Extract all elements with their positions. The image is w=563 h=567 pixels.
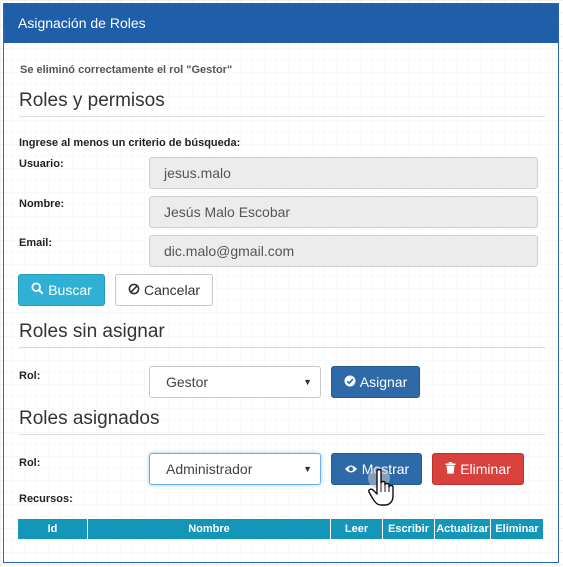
select-value: Gestor xyxy=(166,374,209,390)
eliminar-label: Eliminar xyxy=(460,461,511,477)
column-header-id: Id xyxy=(18,519,88,539)
buscar-label: Buscar xyxy=(48,282,92,298)
caret-down-icon: ▼ xyxy=(303,464,312,474)
hand-cursor-icon xyxy=(365,466,399,513)
nombre-label: Nombre: xyxy=(19,198,65,210)
cancelar-label: Cancelar xyxy=(143,282,201,298)
recursos-label: Recursos: xyxy=(19,493,73,505)
select-value: Administrador xyxy=(166,461,253,477)
trash-icon xyxy=(445,454,456,484)
search-instruction: Ingrese al menos un criterio de búsqueda… xyxy=(19,137,241,149)
caret-down-icon: ▼ xyxy=(303,377,312,387)
section-title-roles-sin-asignar: Roles sin asignar xyxy=(19,321,165,342)
buscar-button[interactable]: Buscar xyxy=(18,274,105,306)
email-input[interactable]: dic.malo@gmail.com xyxy=(149,235,538,267)
usuario-label: Usuario: xyxy=(19,158,64,170)
section-title-roles-asignados: Roles asignados xyxy=(19,408,160,429)
eliminar-button[interactable]: Eliminar xyxy=(432,453,524,485)
column-header-eliminar: Eliminar xyxy=(495,523,539,535)
panel-title: Asignación de Roles xyxy=(4,4,558,43)
asignar-button[interactable]: Asignar xyxy=(331,366,420,398)
column-header-escribir: Escribir xyxy=(383,519,435,539)
rol-label: Rol: xyxy=(19,370,41,382)
section-divider xyxy=(19,116,545,117)
section-divider xyxy=(19,347,545,348)
resources-table-header: Id Nombre Leer Escribir Actualizar Elimi… xyxy=(18,519,543,539)
section-divider xyxy=(19,434,545,435)
cancelar-button[interactable]: Cancelar xyxy=(115,274,213,306)
nombre-input[interactable]: Jesús Malo Escobar xyxy=(149,196,538,228)
search-icon xyxy=(31,275,44,305)
rol-asignado-select[interactable]: Administrador ▼ xyxy=(149,453,321,485)
usuario-input[interactable]: jesus.malo xyxy=(149,157,538,189)
eye-icon xyxy=(344,454,358,484)
column-header-actualizar: Actualizar xyxy=(435,519,491,539)
section-title-roles-permisos: Roles y permisos xyxy=(19,90,165,111)
check-circle-icon xyxy=(344,367,356,397)
column-header-nombre: Nombre xyxy=(88,519,331,539)
rol-label: Rol: xyxy=(19,457,41,469)
roles-panel: Asignación de Roles Se eliminó correctam… xyxy=(3,3,559,563)
asignar-label: Asignar xyxy=(359,374,408,390)
column-header-leer: Leer xyxy=(331,519,383,539)
ban-icon xyxy=(128,275,140,305)
email-label: Email: xyxy=(19,237,53,249)
status-message: Se eliminó correctamente el rol "Gestor" xyxy=(20,64,233,76)
rol-sin-asignar-select[interactable]: Gestor ▼ xyxy=(149,366,321,398)
